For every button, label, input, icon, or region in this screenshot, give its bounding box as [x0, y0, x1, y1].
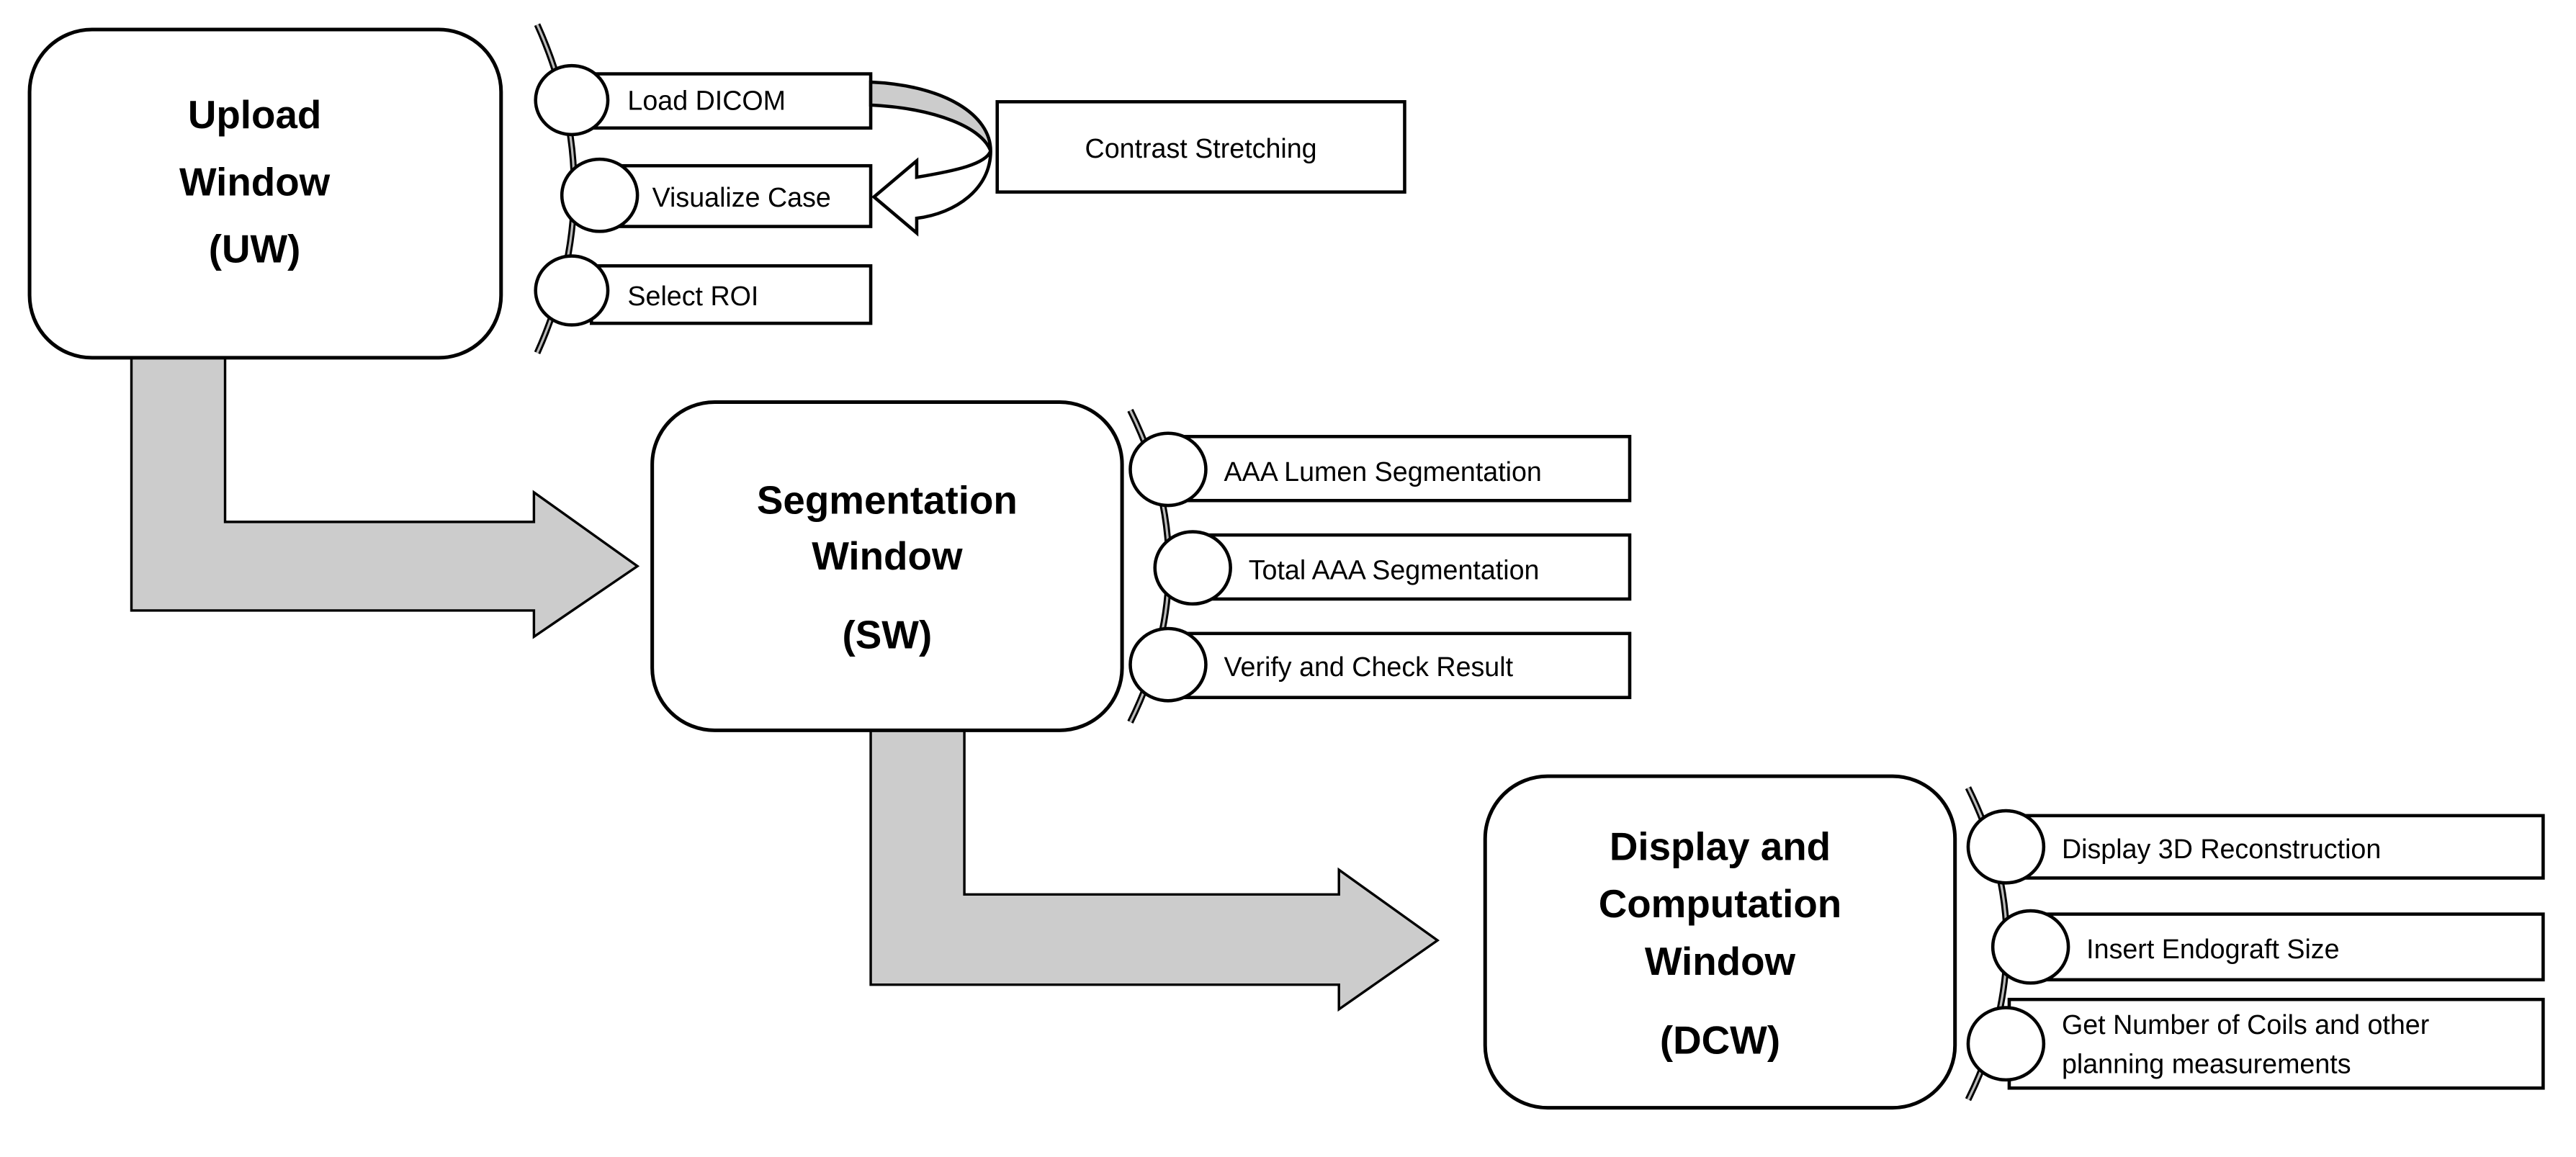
step-circle-icon	[1966, 809, 2046, 885]
sw-step-list: AAA Lumen Segmentation Total AAA Segment…	[1127, 408, 1632, 724]
dcw-title-line-4: (DCW)	[1660, 1017, 1780, 1062]
flow-arrow-uw-to-sw	[130, 356, 640, 639]
step-select-roi: Select ROI	[627, 281, 758, 311]
step-visualize-case: Visualize Case	[652, 182, 831, 212]
display-computation-window-node: Display and Computation Window (DCW)	[1483, 774, 1957, 1110]
workflow-diagram: Upload Window (UW) Load DICOM Visualize …	[27, 23, 2545, 1110]
step-total-aaa-segmentation: Total AAA Segmentation	[1249, 555, 1540, 585]
curved-arrow-icon	[869, 80, 992, 237]
step-verify-and-check-result: Verify and Check Result	[1224, 652, 1514, 682]
sw-title-line-1: Segmentation	[757, 477, 1018, 522]
uw-step-list: Load DICOM Visualize Case Select ROI	[534, 23, 873, 354]
contrast-stretching-node: Contrast Stretching	[995, 100, 1406, 194]
step-get-number-of-coils-line-2: planning measurements	[2062, 1049, 2351, 1079]
step-load-dicom: Load DICOM	[627, 86, 786, 116]
dcw-step-list: Display 3D Reconstruction Insert Endogra…	[1965, 786, 2545, 1102]
step-circle-icon	[1153, 530, 1232, 606]
step-circle-icon	[560, 157, 639, 233]
flow-arrow-sw-to-dcw	[869, 729, 1440, 1012]
step-insert-endograft-size: Insert Endograft Size	[2086, 934, 2339, 964]
dcw-title-line-2: Computation	[1599, 881, 1842, 926]
step-circle-icon	[534, 254, 610, 327]
sw-title-line-3: (SW)	[843, 612, 933, 657]
upload-window-node: Upload Window (UW)	[27, 27, 503, 360]
step-aaa-lumen-segmentation: AAA Lumen Segmentation	[1224, 456, 1542, 487]
step-circle-icon	[534, 63, 610, 137]
segmentation-window-node: Segmentation Window (SW)	[650, 400, 1124, 732]
uw-title-line-2: Window	[179, 159, 331, 204]
dcw-title-line-3: Window	[1645, 939, 1796, 983]
sw-title-line-2: Window	[812, 534, 963, 578]
step-circle-icon	[1991, 909, 2070, 985]
uw-title-line-1: Upload	[188, 92, 322, 137]
step-circle-icon	[1128, 431, 1208, 508]
contrast-stretching-label: Contrast Stretching	[1085, 133, 1317, 163]
step-circle-icon	[1128, 626, 1208, 703]
step-get-number-of-coils-line-1: Get Number of Coils and other	[2062, 1009, 2429, 1040]
uw-title-line-3: (UW)	[209, 227, 301, 271]
step-circle-icon	[1966, 1006, 2046, 1082]
dcw-title-line-1: Display and	[1610, 824, 1831, 868]
step-display-3d-reconstruction: Display 3D Reconstruction	[2062, 834, 2381, 864]
